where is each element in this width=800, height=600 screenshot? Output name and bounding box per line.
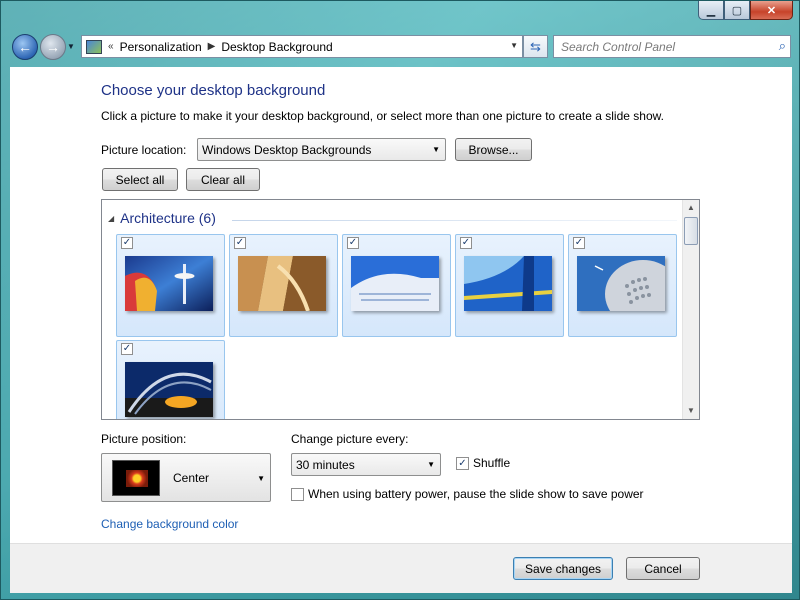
- forward-button[interactable]: →: [40, 34, 66, 60]
- navigation-bar: ← → ▼ « Personalization ▶ Desktop Backgr…: [9, 34, 795, 60]
- maximize-button[interactable]: ▢: [724, 1, 750, 20]
- thumbnail-architecture-4: [464, 256, 552, 311]
- thumbnail-architecture-5: [577, 256, 665, 311]
- picture-location-label: Picture location:: [101, 143, 187, 157]
- browse-button[interactable]: Browse...: [455, 138, 532, 161]
- tile-checkbox[interactable]: ✓: [460, 237, 472, 249]
- shuffle-label: Shuffle: [473, 456, 511, 470]
- shuffle-checkbox[interactable]: ✓ Shuffle: [456, 456, 510, 470]
- chevron-down-icon: ▼: [257, 474, 265, 483]
- refresh-button[interactable]: ⇆: [523, 35, 548, 58]
- thumbnail-architecture-1: [125, 256, 213, 311]
- breadcrumb-personalization[interactable]: Personalization: [120, 40, 202, 54]
- picture-location-value: Windows Desktop Backgrounds: [202, 142, 372, 157]
- recent-pages-dropdown[interactable]: ▼: [67, 42, 77, 52]
- picture-tile[interactable]: ✓: [342, 234, 451, 337]
- clear-all-button[interactable]: Clear all: [186, 168, 260, 191]
- back-arrow-icon: ←: [18, 39, 32, 55]
- group-divider: [232, 220, 677, 221]
- collapse-chevron-icon[interactable]: ◢: [108, 214, 114, 223]
- page-subtitle: Click a picture to make it your desktop …: [101, 109, 664, 123]
- change-picture-label: Change picture every:: [291, 432, 409, 446]
- thumbnail-architecture-2: [238, 256, 326, 311]
- group-title: Architecture (6): [120, 210, 216, 226]
- minimize-icon: ▁: [706, 4, 716, 17]
- tile-checkbox[interactable]: ✓: [573, 237, 585, 249]
- picture-position-label: Picture position:: [101, 432, 187, 446]
- picture-tile[interactable]: ✓: [455, 234, 564, 337]
- battery-checkbox[interactable]: When using battery power, pause the slid…: [291, 487, 644, 501]
- address-dropdown-icon[interactable]: ▼: [510, 41, 518, 50]
- thumbnail-architecture-6: [125, 362, 213, 417]
- address-bar[interactable]: « Personalization ▶ Desktop Background ▼: [81, 35, 523, 58]
- change-interval-value: 30 minutes: [296, 457, 355, 472]
- picture-position-select[interactable]: Center ▼: [101, 453, 271, 502]
- search-box[interactable]: ⌕: [553, 35, 791, 58]
- scroll-up-icon[interactable]: ▲: [683, 200, 699, 216]
- picture-list-scrollbar[interactable]: ▲ ▼: [682, 200, 699, 419]
- select-all-button[interactable]: Select all: [102, 168, 178, 191]
- chevron-down-icon: ▼: [432, 145, 440, 154]
- shuffle-checkbox-box[interactable]: ✓: [456, 456, 469, 470]
- tile-checkbox[interactable]: ✓: [121, 237, 133, 249]
- tile-checkbox[interactable]: ✓: [234, 237, 246, 249]
- thumbnail-architecture-3: [351, 256, 439, 311]
- back-button[interactable]: ←: [12, 34, 38, 60]
- refresh-icon: ⇆: [530, 38, 541, 54]
- picture-position-value: Center: [173, 471, 210, 485]
- position-preview-icon: [112, 460, 160, 496]
- minimize-button[interactable]: ▁: [698, 1, 724, 20]
- cancel-button[interactable]: Cancel: [626, 557, 700, 580]
- address-prefix[interactable]: «: [108, 41, 114, 52]
- picture-list[interactable]: ◢ Architecture (6) ✓ ✓ ✓ ✓ ✓ ✓ ▲ ▼: [101, 199, 700, 420]
- search-icon[interactable]: ⌕: [779, 38, 786, 54]
- chevron-down-icon: ▼: [427, 460, 435, 469]
- caption-buttons: ▁ ▢ ✕: [698, 1, 793, 20]
- close-button[interactable]: ✕: [750, 1, 793, 20]
- maximize-icon: ▢: [731, 4, 743, 17]
- picture-location-select[interactable]: Windows Desktop Backgrounds ▼: [197, 138, 446, 161]
- search-input[interactable]: [559, 37, 759, 57]
- picture-tile[interactable]: ✓: [116, 340, 225, 419]
- scroll-down-icon[interactable]: ▼: [683, 403, 699, 419]
- close-icon: ✕: [766, 4, 777, 17]
- tile-checkbox[interactable]: ✓: [347, 237, 359, 249]
- save-changes-button[interactable]: Save changes: [513, 557, 613, 580]
- change-interval-select[interactable]: 30 minutes ▼: [291, 453, 441, 476]
- tile-checkbox[interactable]: ✓: [121, 343, 133, 355]
- scroll-thumb[interactable]: [684, 217, 698, 245]
- control-panel-icon: [86, 39, 102, 54]
- battery-label: When using battery power, pause the slid…: [308, 487, 644, 501]
- picture-tile[interactable]: ✓: [229, 234, 338, 337]
- group-header-architecture[interactable]: ◢ Architecture (6): [108, 210, 216, 226]
- change-background-color-link[interactable]: Change background color: [101, 517, 238, 531]
- battery-checkbox-box[interactable]: [291, 487, 304, 501]
- page-title: Choose your desktop background: [101, 82, 326, 99]
- forward-arrow-icon: →: [46, 39, 60, 55]
- content-pane: Choose your desktop background Click a p…: [10, 67, 792, 543]
- window-frame: ▁ ▢ ✕ ← → ▼ « Personalization ▶ Desktop …: [0, 0, 800, 600]
- footer-bar: Save changes Cancel: [10, 543, 792, 593]
- picture-tile[interactable]: ✓: [116, 234, 225, 337]
- breadcrumb-separator-icon[interactable]: ▶: [208, 41, 216, 52]
- picture-tile[interactable]: ✓: [568, 234, 677, 337]
- breadcrumb-desktop-background[interactable]: Desktop Background: [221, 40, 332, 54]
